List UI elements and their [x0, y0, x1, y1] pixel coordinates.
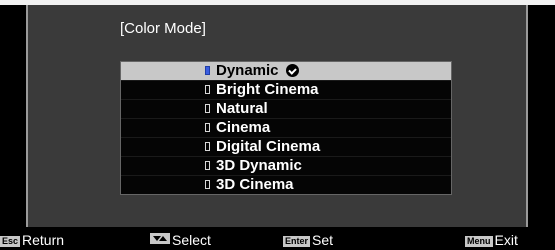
panel-title: [Color Mode]	[120, 20, 206, 37]
set-label: Set	[312, 232, 334, 248]
radio-icon	[205, 142, 210, 151]
menu-item-label: Cinema	[216, 119, 271, 136]
select-hint: Select	[150, 233, 211, 247]
color-mode-option-natural[interactable]: Natural	[121, 100, 451, 119]
radio-icon	[205, 104, 210, 113]
radio-icon	[205, 161, 210, 170]
exit-hint: Menu Exit	[465, 233, 518, 247]
radio-icon	[205, 85, 210, 94]
color-mode-option-3d-dynamic[interactable]: 3D Dynamic	[121, 157, 451, 176]
esc-key-icon: Esc	[0, 236, 21, 247]
check-circle-icon	[285, 64, 299, 77]
color-mode-option-digital-cinema[interactable]: Digital Cinema	[121, 138, 451, 157]
menu-item-label: Natural	[216, 100, 268, 117]
select-label: Select	[172, 232, 211, 248]
menu-item-label: Dynamic	[216, 62, 279, 79]
return-hint: Esc Return	[0, 233, 64, 247]
color-mode-option-bright-cinema[interactable]: Bright Cinema	[121, 81, 451, 100]
menu-item-label: Bright Cinema	[216, 81, 319, 98]
enter-key-icon: Enter	[283, 236, 311, 247]
color-mode-panel: [Color Mode] Dynamic Bright Cinema Natur…	[26, 5, 528, 227]
menu-item-label: Digital Cinema	[216, 138, 321, 155]
color-mode-option-cinema[interactable]: Cinema	[121, 119, 451, 138]
menu-item-label: 3D Cinema	[216, 176, 294, 193]
exit-label: Exit	[494, 232, 518, 248]
menu-key-icon: Menu	[465, 236, 493, 247]
key-guide: Esc Return Select Enter Set Menu Exit	[0, 230, 555, 250]
radio-icon	[205, 180, 210, 189]
set-hint: Enter Set	[283, 233, 333, 247]
return-label: Return	[22, 232, 65, 248]
color-mode-option-dynamic[interactable]: Dynamic	[121, 62, 451, 81]
menu-item-label: 3D Dynamic	[216, 157, 302, 174]
radio-icon	[205, 123, 210, 132]
color-mode-option-3d-cinema[interactable]: 3D Cinema	[121, 176, 451, 194]
projector-menu-screen: [Color Mode] Dynamic Bright Cinema Natur…	[0, 0, 555, 250]
color-mode-menu: Dynamic Bright Cinema Natural Cinema Dig…	[120, 61, 452, 195]
selected-radio-icon	[205, 66, 210, 75]
up-down-arrow-icon	[150, 233, 170, 244]
